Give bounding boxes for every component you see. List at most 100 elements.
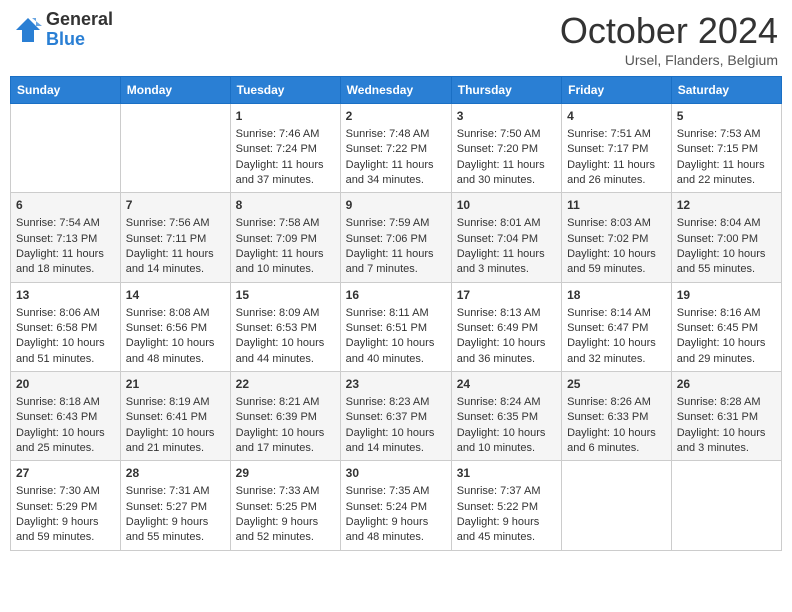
daylight-text: Daylight: 11 hours and 7 minutes.: [346, 248, 434, 275]
calendar-cell: 21Sunrise: 8:19 AMSunset: 6:41 PMDayligh…: [120, 372, 230, 461]
calendar-cell: 13Sunrise: 8:06 AMSunset: 6:58 PMDayligh…: [11, 282, 121, 371]
day-number: 13: [16, 287, 115, 304]
daylight-text: Daylight: 9 hours and 48 minutes.: [346, 516, 429, 543]
weekday-header: Tuesday: [230, 77, 340, 104]
sunrise-text: Sunrise: 7:54 AM: [16, 217, 100, 229]
logo-general-text: General: [46, 10, 113, 30]
day-number: 9: [346, 197, 446, 214]
daylight-text: Daylight: 10 hours and 48 minutes.: [126, 337, 215, 364]
daylight-text: Daylight: 9 hours and 59 minutes.: [16, 516, 99, 543]
sunrise-text: Sunrise: 8:24 AM: [457, 396, 541, 408]
calendar-cell: 20Sunrise: 8:18 AMSunset: 6:43 PMDayligh…: [11, 372, 121, 461]
calendar-cell: 5Sunrise: 7:53 AMSunset: 7:15 PMDaylight…: [671, 104, 781, 193]
logo: General Blue: [14, 10, 113, 50]
weekday-header: Saturday: [671, 77, 781, 104]
calendar-cell: 15Sunrise: 8:09 AMSunset: 6:53 PMDayligh…: [230, 282, 340, 371]
sunset-text: Sunset: 6:47 PM: [567, 322, 648, 334]
day-number: 8: [236, 197, 335, 214]
calendar-cell: 18Sunrise: 8:14 AMSunset: 6:47 PMDayligh…: [562, 282, 672, 371]
calendar-week-row: 27Sunrise: 7:30 AMSunset: 5:29 PMDayligh…: [11, 461, 782, 550]
sunrise-text: Sunrise: 8:19 AM: [126, 396, 210, 408]
daylight-text: Daylight: 11 hours and 26 minutes.: [567, 159, 655, 186]
sunrise-text: Sunrise: 7:58 AM: [236, 217, 320, 229]
calendar-cell: 9 Sunrise: 7:59 AM Sunset: 7:06 PM Daylight…: [340, 193, 451, 282]
day-number: 22: [236, 376, 335, 393]
calendar-cell: [11, 104, 121, 193]
daylight-text: Daylight: 11 hours and 30 minutes.: [457, 159, 545, 186]
calendar-cell: [562, 461, 672, 550]
daylight-text: Daylight: 10 hours and 6 minutes.: [567, 427, 656, 454]
calendar-cell: 24Sunrise: 8:24 AMSunset: 6:35 PMDayligh…: [451, 372, 561, 461]
calendar-cell: [671, 461, 781, 550]
day-number: 14: [126, 287, 225, 304]
sunrise-text: Sunrise: 8:26 AM: [567, 396, 651, 408]
daylight-text: Daylight: 11 hours and 14 minutes.: [126, 248, 214, 275]
day-number: 16: [346, 287, 446, 304]
sunset-text: Sunset: 5:25 PM: [236, 501, 317, 513]
day-number: 17: [457, 287, 556, 304]
calendar-table: SundayMondayTuesdayWednesdayThursdayFrid…: [10, 76, 782, 551]
daylight-text: Daylight: 11 hours and 10 minutes.: [236, 248, 324, 275]
daylight-text: Daylight: 10 hours and 40 minutes.: [346, 337, 435, 364]
sunrise-text: Sunrise: 7:59 AM: [346, 217, 430, 229]
sunset-text: Sunset: 7:13 PM: [16, 233, 97, 245]
sunset-text: Sunset: 7:20 PM: [457, 143, 538, 155]
day-number: 2: [346, 108, 446, 125]
weekday-header: Thursday: [451, 77, 561, 104]
daylight-text: Daylight: 10 hours and 59 minutes.: [567, 248, 656, 275]
sunrise-text: Sunrise: 8:11 AM: [346, 307, 429, 319]
sunset-text: Sunset: 7:06 PM: [346, 233, 427, 245]
calendar-cell: 30Sunrise: 7:35 AMSunset: 5:24 PMDayligh…: [340, 461, 451, 550]
day-number: 7: [126, 197, 225, 214]
sunset-text: Sunset: 6:41 PM: [126, 411, 207, 423]
sunrise-text: Sunrise: 7:50 AM: [457, 128, 541, 140]
calendar-cell: [120, 104, 230, 193]
calendar-week-row: 1Sunrise: 7:46 AMSunset: 7:24 PMDaylight…: [11, 104, 782, 193]
sunset-text: Sunset: 7:15 PM: [677, 143, 758, 155]
sunrise-text: Sunrise: 8:23 AM: [346, 396, 430, 408]
weekday-row: SundayMondayTuesdayWednesdayThursdayFrid…: [11, 77, 782, 104]
calendar-cell: 11Sunrise: 8:03 AMSunset: 7:02 PMDayligh…: [562, 193, 672, 282]
day-number: 3: [457, 108, 556, 125]
sunrise-text: Sunrise: 8:04 AM: [677, 217, 761, 229]
sunset-text: Sunset: 6:51 PM: [346, 322, 427, 334]
sunset-text: Sunset: 7:00 PM: [677, 233, 758, 245]
sunrise-text: Sunrise: 8:18 AM: [16, 396, 100, 408]
sunrise-text: Sunrise: 7:46 AM: [236, 128, 320, 140]
sunrise-text: Sunrise: 8:28 AM: [677, 396, 761, 408]
logo-text: General Blue: [46, 10, 113, 50]
calendar-body: 1Sunrise: 7:46 AMSunset: 7:24 PMDaylight…: [11, 104, 782, 551]
daylight-text: Daylight: 11 hours and 34 minutes.: [346, 159, 434, 186]
month-title: October 2024: [560, 10, 778, 52]
sunset-text: Sunset: 7:17 PM: [567, 143, 648, 155]
day-number: 29: [236, 465, 335, 482]
sunset-text: Sunset: 7:02 PM: [567, 233, 648, 245]
sunset-text: Sunset: 6:53 PM: [236, 322, 317, 334]
daylight-text: Daylight: 10 hours and 55 minutes.: [677, 248, 766, 275]
sunrise-text: Sunrise: 8:08 AM: [126, 307, 210, 319]
page-header: General Blue October 2024 Ursel, Flander…: [10, 10, 782, 68]
sunset-text: Sunset: 7:09 PM: [236, 233, 317, 245]
day-number: 31: [457, 465, 556, 482]
daylight-text: Daylight: 10 hours and 14 minutes.: [346, 427, 435, 454]
daylight-text: Daylight: 11 hours and 18 minutes.: [16, 248, 104, 275]
weekday-header: Monday: [120, 77, 230, 104]
daylight-text: Daylight: 9 hours and 55 minutes.: [126, 516, 209, 543]
daylight-text: Daylight: 10 hours and 17 minutes.: [236, 427, 325, 454]
day-number: 18: [567, 287, 666, 304]
sunrise-text: Sunrise: 8:14 AM: [567, 307, 651, 319]
calendar-cell: 4Sunrise: 7:51 AMSunset: 7:17 PMDaylight…: [562, 104, 672, 193]
logo-blue-text: Blue: [46, 30, 113, 50]
day-number: 20: [16, 376, 115, 393]
calendar-cell: 6Sunrise: 7:54 AMSunset: 7:13 PMDaylight…: [11, 193, 121, 282]
calendar-cell: 29Sunrise: 7:33 AMSunset: 5:25 PMDayligh…: [230, 461, 340, 550]
calendar-cell: 3 Sunrise: 7:50 AM Sunset: 7:20 PM Daylight…: [451, 104, 561, 193]
calendar-cell: 7Sunrise: 7:56 AMSunset: 7:11 PMDaylight…: [120, 193, 230, 282]
calendar-cell: 12Sunrise: 8:04 AMSunset: 7:00 PMDayligh…: [671, 193, 781, 282]
weekday-header: Friday: [562, 77, 672, 104]
day-number: 26: [677, 376, 776, 393]
daylight-text: Daylight: 9 hours and 45 minutes.: [457, 516, 540, 543]
daylight-text: Daylight: 11 hours and 37 minutes.: [236, 159, 324, 186]
day-number: 30: [346, 465, 446, 482]
sunset-text: Sunset: 6:37 PM: [346, 411, 427, 423]
